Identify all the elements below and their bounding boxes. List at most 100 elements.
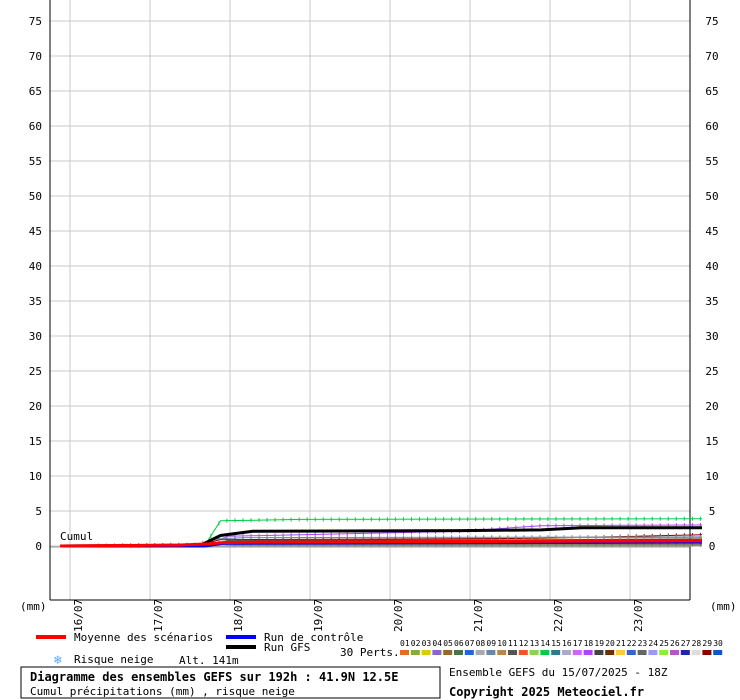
perturbation-number: 02 (411, 639, 421, 648)
x-tick-label: 21/07 (472, 599, 485, 632)
perturbation-number: 15 (551, 639, 561, 648)
y-tick-left: 25 (29, 365, 42, 378)
x-tick-label: 16/07 (72, 599, 85, 632)
perturbation-number: 29 (702, 639, 712, 648)
perturbation-swatch (605, 650, 615, 655)
y-tick-left: 75 (29, 15, 42, 28)
y-tick-right: 70 (705, 50, 718, 63)
y-tick-right: 20 (705, 400, 718, 413)
perturbation-swatch (648, 650, 658, 655)
perturbation-swatch (594, 650, 604, 655)
y-tick-left: 40 (29, 260, 42, 273)
perturbation-number: 22 (627, 639, 637, 648)
x-tick-label: 20/07 (392, 599, 405, 632)
perturbation-number: 10 (497, 639, 507, 648)
perts-label: 30 Perts. (340, 646, 400, 659)
perturbation-number: 30 (713, 639, 723, 648)
legend-mean: Moyenne des scénarios (74, 631, 213, 644)
perturbation-swatch (702, 650, 712, 655)
perturbation-swatch (562, 650, 571, 655)
perturbation-number: 05 (443, 639, 453, 648)
perturbation-number: 12 (519, 639, 529, 648)
perturbation-swatch (508, 650, 517, 655)
run-info: Ensemble GEFS du 15/07/2025 - 18Z (449, 666, 668, 679)
perturbation-swatch (659, 650, 669, 655)
perturbation-swatch (421, 650, 431, 655)
perturbation-number: 11 (508, 639, 518, 648)
y-tick-right: 60 (705, 120, 718, 133)
y-tick-left: 10 (29, 470, 42, 483)
x-tick-label: 17/07 (152, 599, 165, 632)
perturbation-number: 21 (616, 639, 626, 648)
unit-label-left: (mm) (20, 600, 47, 613)
y-tick-right: 0 (709, 540, 716, 553)
perturbation-number: 28 (692, 639, 702, 648)
y-tick-left: 70 (29, 50, 42, 63)
x-tick-label: 23/07 (632, 599, 645, 632)
perturbation-swatch (551, 650, 561, 655)
y-tick-right: 50 (705, 190, 718, 203)
perturbation-swatch (443, 650, 453, 655)
y-tick-left: 0 (35, 540, 42, 553)
x-tick-label: 22/07 (552, 599, 565, 632)
x-tick-label: 19/07 (312, 599, 325, 632)
perturbation-number: 24 (648, 639, 658, 648)
perturbation-swatch (670, 650, 679, 655)
y-tick-right: 25 (705, 365, 718, 378)
perturbation-swatch (713, 650, 723, 655)
perturbation-number: 16 (562, 639, 572, 648)
perturbation-swatch (540, 650, 550, 655)
perturbation-swatch (475, 650, 485, 655)
perturbation-swatch (486, 650, 496, 655)
plot-area (50, 0, 690, 600)
precipitation-ensemble-chart: 0 05 510 1015 1520 2025 2530 3035 3540 4045 4550 50… (20, 0, 737, 699)
perturbation-swatch (572, 650, 582, 655)
perturbation-number: 17 (573, 639, 583, 648)
unit-label-right: (mm) (710, 600, 737, 613)
y-tick-right: 65 (705, 85, 718, 98)
y-tick-left: 35 (29, 295, 42, 308)
perturbation-swatch (529, 650, 539, 655)
chart-title: Diagramme des ensembles GEFS sur 192h : … (30, 670, 398, 684)
perturbation-number: 23 (638, 639, 648, 648)
altitude-label: Alt. 141m (179, 654, 239, 667)
perturbation-number: 01 (400, 639, 410, 648)
chart-subtitle: Cumul précipitations (mm) , risque neige (30, 685, 295, 698)
legend-gfs: Run GFS (264, 641, 310, 654)
perturbation-swatch (410, 650, 420, 655)
perturbation-number: 18 (584, 639, 594, 648)
copyright-label: Copyright 2025 Meteociel.fr (449, 685, 644, 699)
perturbation-swatch (497, 650, 507, 655)
y-tick-right: 75 (705, 15, 718, 28)
perturbation-swatch (400, 650, 409, 655)
y-tick-right: 5 (709, 505, 716, 518)
perturbation-number: 14 (540, 639, 550, 648)
legend-snow: Risque neige (74, 653, 153, 666)
y-tick-left: 50 (29, 190, 42, 203)
y-tick-left: 65 (29, 85, 42, 98)
y-tick-left: 60 (29, 120, 42, 133)
perturbation-swatch (454, 650, 463, 655)
perturbation-number: 09 (486, 639, 496, 648)
perturbation-swatch (583, 650, 593, 655)
perturbation-number: 25 (659, 639, 669, 648)
perturbation-number: 07 (465, 639, 475, 648)
y-tick-left: 45 (29, 225, 42, 238)
perturbation-number: 03 (422, 639, 432, 648)
snowflake-icon: ❄ (53, 653, 62, 668)
y-tick-right: 10 (705, 470, 718, 483)
y-tick-right: 45 (705, 225, 718, 238)
perturbation-swatch (691, 650, 701, 655)
y-tick-left: 20 (29, 400, 42, 413)
perturbation-number: 26 (670, 639, 680, 648)
perturbation-swatch (680, 650, 690, 655)
y-tick-right: 55 (705, 155, 718, 168)
perturbation-number: 19 (594, 639, 604, 648)
y-tick-left: 15 (29, 435, 42, 448)
perturbation-number: 08 (476, 639, 486, 648)
y-tick-left: 55 (29, 155, 42, 168)
perturbation-swatch (637, 650, 647, 655)
perturbation-swatch (432, 650, 442, 655)
y-tick-right: 35 (705, 295, 718, 308)
perturbation-swatch (464, 650, 474, 655)
